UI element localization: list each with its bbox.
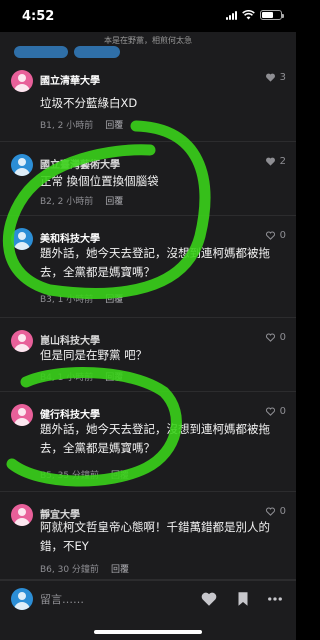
reply-button[interactable]: 回覆 bbox=[105, 118, 123, 131]
like-count: 0 bbox=[279, 506, 286, 517]
avatar[interactable] bbox=[11, 504, 33, 526]
comment-input-bar: 留言…… bbox=[0, 580, 296, 640]
heart-icon bbox=[265, 157, 275, 166]
article-summary-text: 本是在野黨，相煎何太急 bbox=[104, 36, 192, 45]
battery-icon bbox=[260, 10, 284, 20]
wifi-icon bbox=[242, 10, 255, 20]
comment-item[interactable]: 國立清華大學 3 垃圾不分藍綠白XD B1, 2 小時前 回覆 bbox=[0, 58, 296, 142]
comment-item[interactable]: 崑山科技大學 0 但是同是在野黨 吧？ B4, 1 小時前 回覆 bbox=[0, 318, 296, 392]
home-indicator bbox=[94, 630, 202, 634]
reply-button[interactable]: 回覆 bbox=[105, 194, 123, 207]
comment-floor-time: B3, 1 小時前 bbox=[40, 295, 94, 305]
comment-floor-time: B4, 1 小時前 bbox=[40, 373, 94, 383]
status-time: 4:52 bbox=[22, 9, 55, 24]
reply-button[interactable]: 回覆 bbox=[105, 292, 123, 305]
comment-school: 國立臺灣藝術大學 bbox=[40, 160, 120, 171]
comment-school: 崑山科技大學 bbox=[40, 336, 100, 347]
avatar[interactable] bbox=[11, 154, 33, 176]
bookmark-icon[interactable] bbox=[234, 590, 252, 608]
comment-text: 正常 換個位置換個腦袋 bbox=[40, 174, 159, 188]
comment-item[interactable]: 健行科技大學 0 題外話，她今天去登記，沒想到連柯媽都被拖去，全黨都是媽寶嗎？ … bbox=[0, 392, 296, 492]
status-icons bbox=[226, 10, 284, 20]
like-button[interactable]: 0 bbox=[265, 332, 286, 343]
comment-meta: B5, 35 分鐘前 回覆 bbox=[40, 468, 129, 481]
avatar[interactable] bbox=[11, 404, 33, 426]
comment-item[interactable]: 靜宜大學 0 阿就柯文哲皇帝心態啊！千錯萬錯都是別人的錯，不EY B6, 30 … bbox=[0, 492, 296, 580]
comment-input[interactable]: 留言…… bbox=[40, 591, 84, 607]
my-avatar bbox=[11, 588, 33, 610]
comment-item[interactable]: 美和科技大學 0 題外話，她今天去登記，沒想到連柯媽都被拖去，全黨都是媽寶嗎？ … bbox=[0, 216, 296, 318]
comment-meta: B3, 1 小時前 回覆 bbox=[40, 292, 123, 305]
tag-chip[interactable] bbox=[74, 46, 120, 58]
comment-meta: B2, 2 小時前 回覆 bbox=[40, 194, 123, 207]
comment-school: 美和科技大學 bbox=[40, 234, 100, 245]
heart-icon bbox=[265, 73, 275, 82]
avatar[interactable] bbox=[11, 228, 33, 250]
like-count: 3 bbox=[279, 72, 286, 83]
cellular-signal-icon bbox=[226, 10, 237, 20]
comment-text: 題外話，她今天去登記，沒想到連柯媽都被拖去，全黨都是媽寶嗎？ bbox=[40, 422, 270, 455]
reply-button[interactable]: 回覆 bbox=[111, 562, 129, 575]
like-button[interactable]: 0 bbox=[265, 230, 286, 241]
like-count: 0 bbox=[279, 332, 286, 343]
comment-floor-time: B6, 30 分鐘前 bbox=[40, 565, 99, 575]
comment-meta: B1, 2 小時前 回覆 bbox=[40, 118, 123, 131]
like-button[interactable]: 0 bbox=[265, 406, 286, 417]
tag-chip[interactable] bbox=[14, 46, 68, 58]
like-button[interactable]: 0 bbox=[265, 506, 286, 517]
reply-button[interactable]: 回覆 bbox=[105, 370, 123, 383]
comment-text: 題外話，她今天去登記，沒想到連柯媽都被拖去，全黨都是媽寶嗎？ bbox=[40, 246, 270, 279]
avatar[interactable] bbox=[11, 70, 33, 92]
like-button[interactable]: 2 bbox=[265, 156, 286, 167]
heart-icon bbox=[265, 507, 275, 516]
comment-meta: B4, 1 小時前 回覆 bbox=[40, 370, 123, 383]
like-count: 0 bbox=[279, 230, 286, 241]
comment-floor-time: B5, 35 分鐘前 bbox=[40, 471, 99, 481]
more-icon[interactable] bbox=[266, 590, 284, 608]
comment-school: 國立清華大學 bbox=[40, 76, 100, 87]
article-end-area: 本是在野黨，相煎何太急 bbox=[0, 32, 296, 58]
comment-text: 阿就柯文哲皇帝心態啊！千錯萬錯都是別人的錯，不EY bbox=[40, 520, 270, 553]
comment-text: 垃圾不分藍綠白XD bbox=[40, 96, 138, 110]
comment-floor-time: B1, 2 小時前 bbox=[40, 121, 94, 131]
comment-text: 但是同是在野黨 吧？ bbox=[40, 348, 148, 362]
comment-meta: B6, 30 分鐘前 回覆 bbox=[40, 562, 129, 575]
heart-icon bbox=[265, 333, 275, 342]
comment-floor-time: B2, 2 小時前 bbox=[40, 197, 94, 207]
status-bar: 4:52 bbox=[0, 0, 296, 32]
comment-school: 健行科技大學 bbox=[40, 410, 100, 421]
comment-item[interactable]: 國立臺灣藝術大學 2 正常 換個位置換個腦袋 B2, 2 小時前 回覆 bbox=[0, 142, 296, 216]
heart-icon bbox=[265, 407, 275, 416]
like-count: 2 bbox=[279, 156, 286, 167]
reply-button[interactable]: 回覆 bbox=[111, 468, 129, 481]
heart-icon bbox=[265, 231, 275, 240]
like-count: 0 bbox=[279, 406, 286, 417]
avatar[interactable] bbox=[11, 330, 33, 352]
like-button[interactable]: 3 bbox=[265, 72, 286, 83]
like-heart-icon[interactable] bbox=[200, 590, 218, 608]
